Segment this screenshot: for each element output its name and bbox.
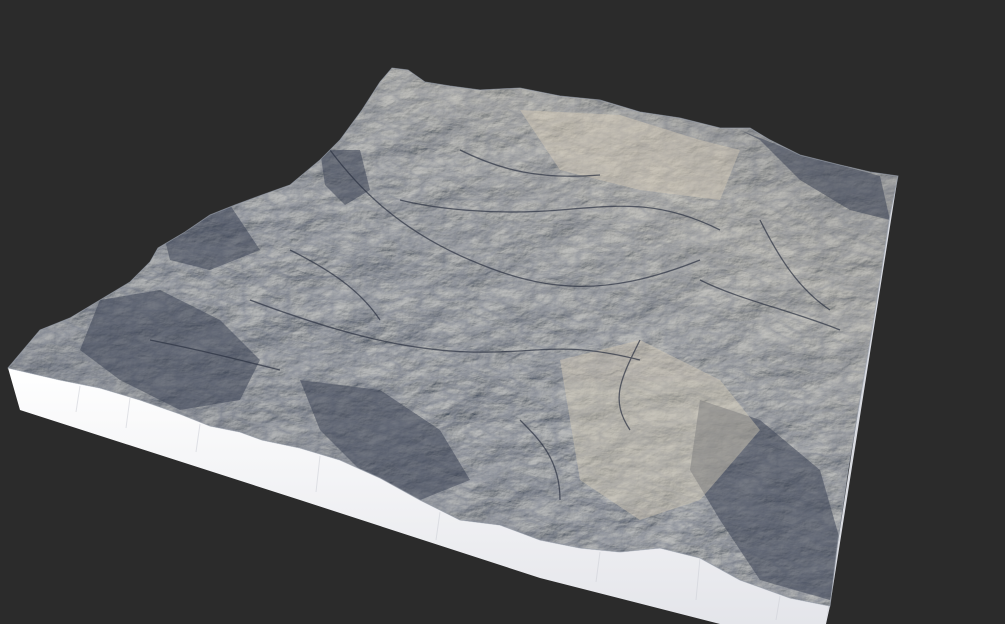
3d-viewport[interactable] [0,0,1005,624]
terrain-render [7,67,899,624]
